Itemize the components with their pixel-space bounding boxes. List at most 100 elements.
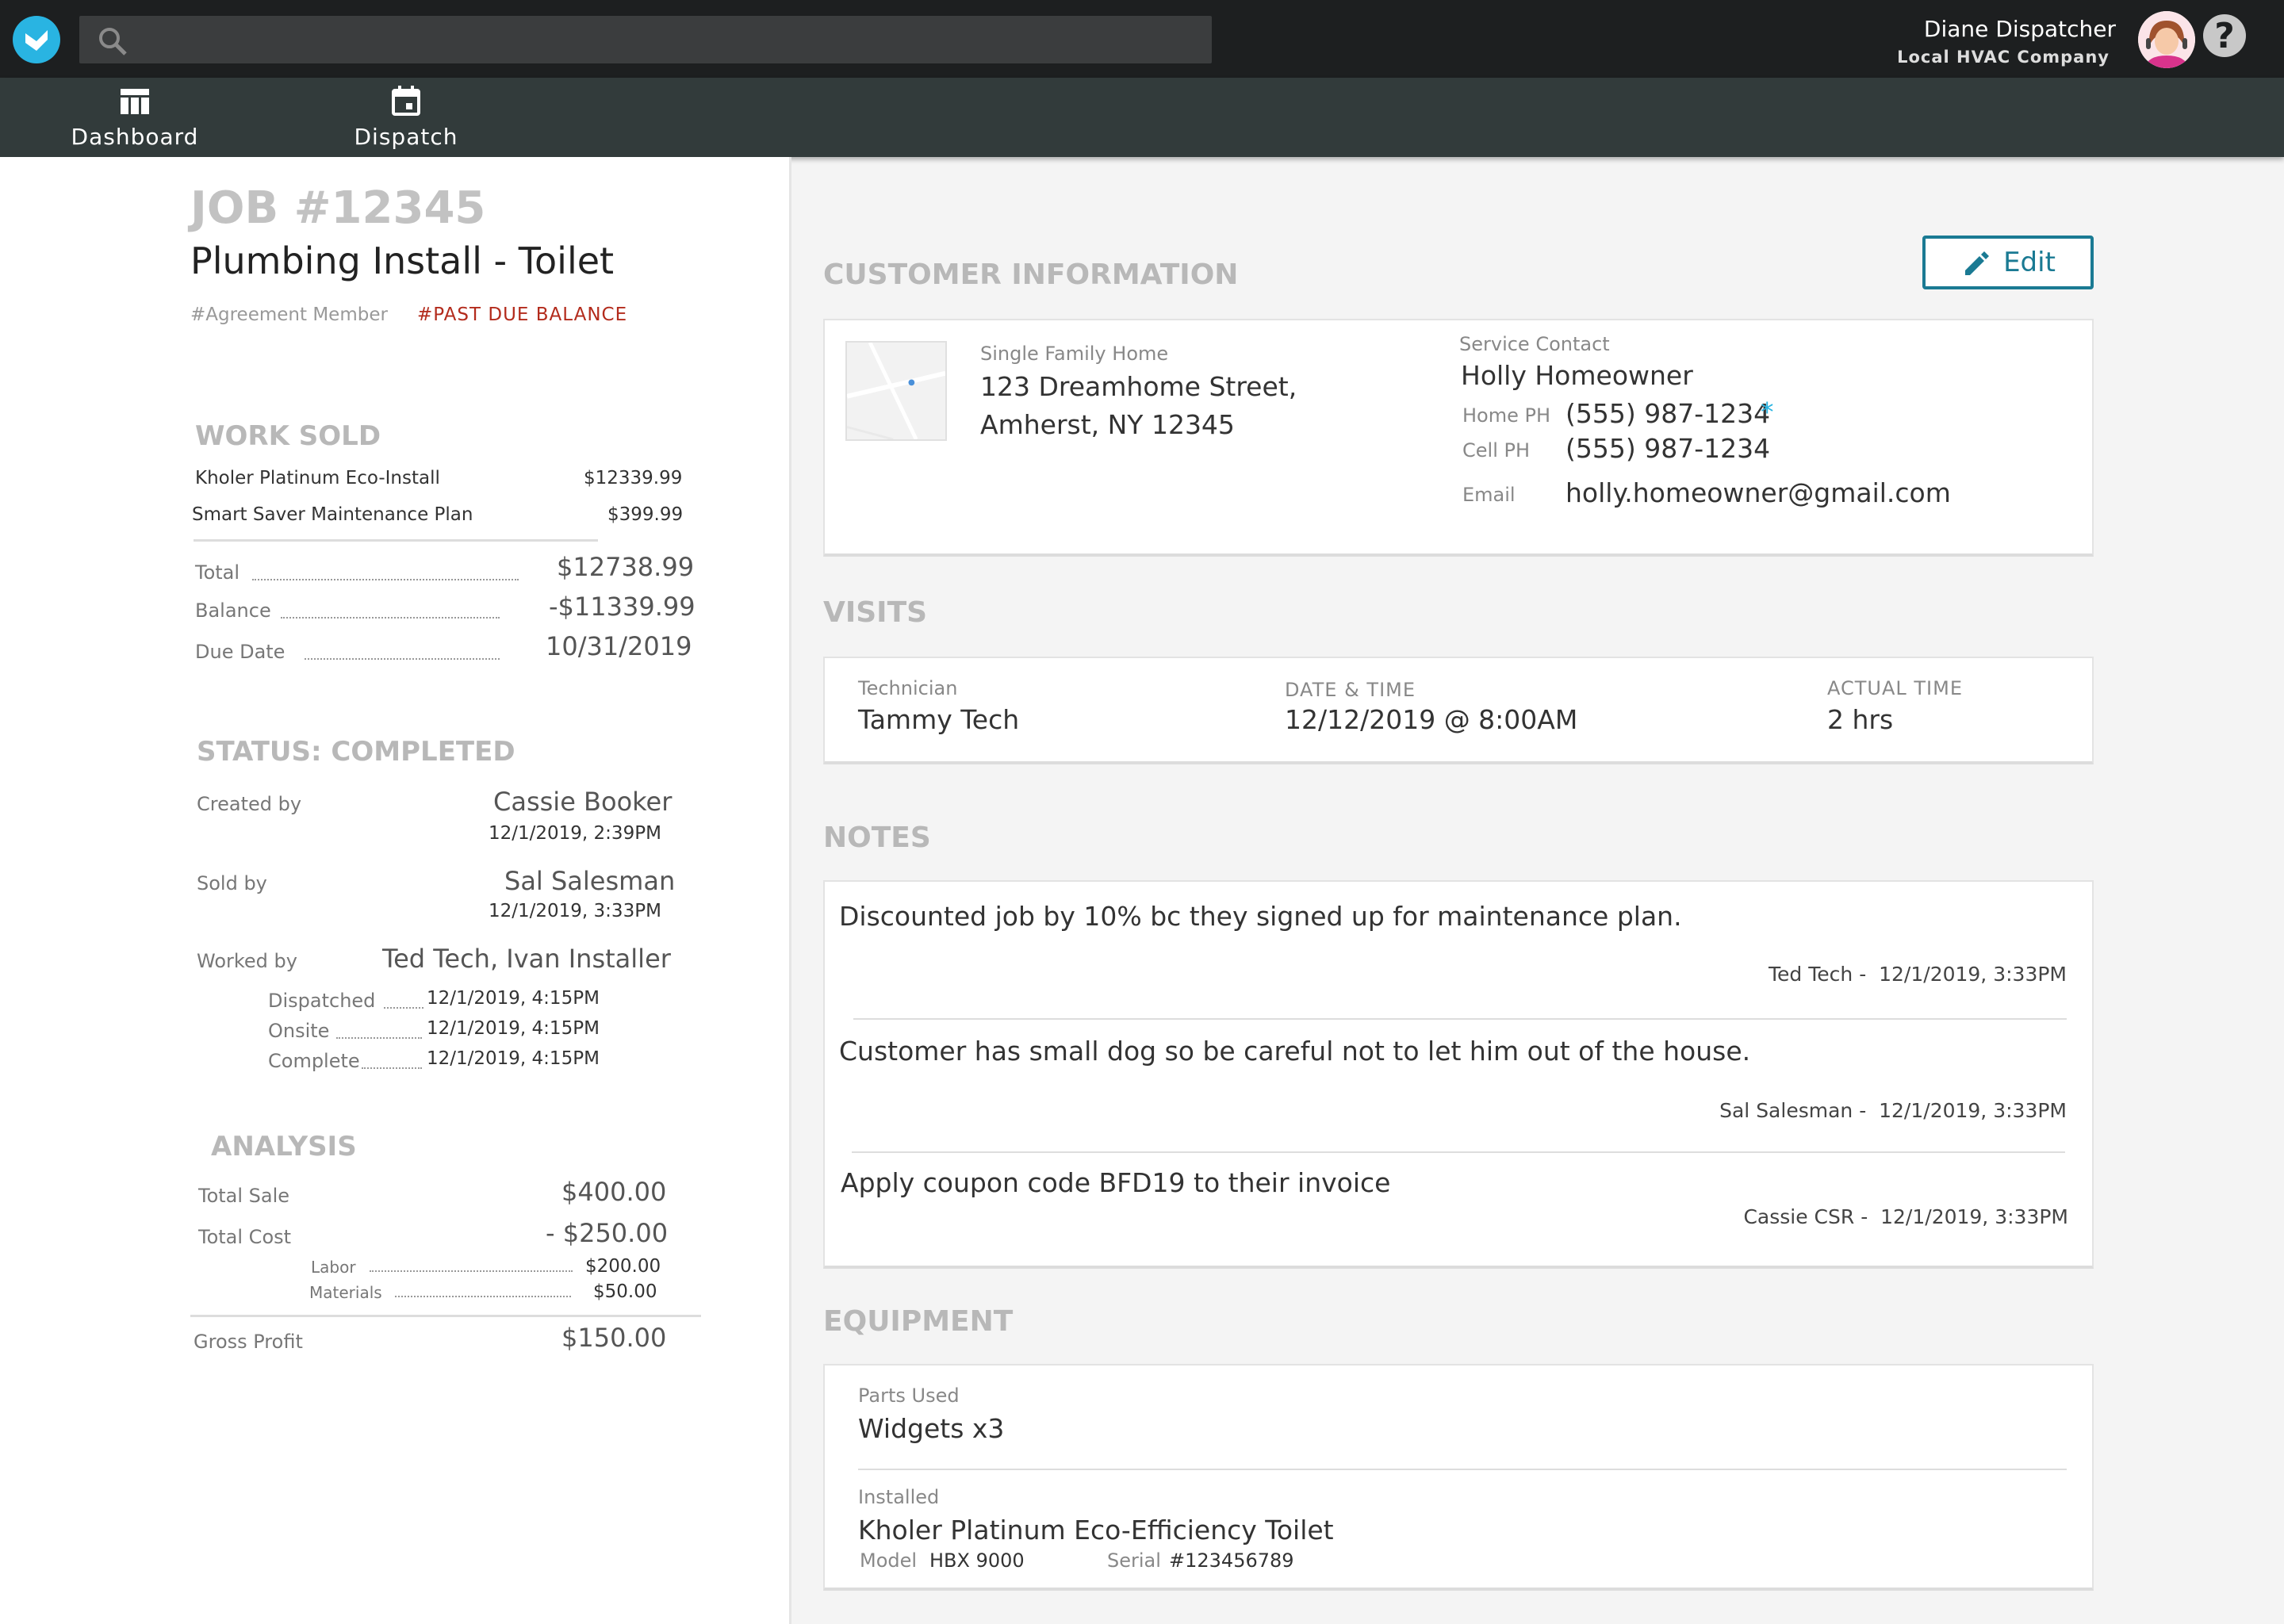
app-logo-icon[interactable] [13, 16, 60, 63]
note-meta: Cassie CSR - 12/1/2019, 3:33PM [1743, 1205, 2068, 1228]
pencil-icon [1965, 251, 1990, 275]
note-text: Apply coupon code BFD19 to their invoice [841, 1167, 1391, 1198]
nav-dispatch-label: Dispatch [354, 124, 458, 150]
note-meta: Sal Salesman - 12/1/2019, 3:33PM [1719, 1099, 2067, 1122]
visits-heading: VISITS [823, 596, 928, 629]
total-sale-label: Total Sale [198, 1185, 290, 1207]
work-item-name: Kholer Platinum Eco-Install [195, 468, 440, 488]
address-line2: Amherst, NY 12345 [980, 409, 1235, 440]
dot-leader [384, 1007, 423, 1009]
work-item-price: $12339.99 [584, 468, 683, 488]
complete-time: 12/1/2019, 4:15PM [427, 1048, 600, 1069]
status-heading: STATUS: COMPLETED [197, 736, 515, 768]
work-item-name: Smart Saver Maintenance Plan [192, 504, 473, 525]
calendar-icon [392, 86, 420, 116]
top-bar: Diane Dispatcher Local HVAC Company ? [0, 0, 2284, 78]
equipment-heading: EQUIPMENT [823, 1305, 1014, 1338]
email-label: Email [1462, 484, 1516, 506]
actual-time-label: ACTUAL TIME [1827, 677, 1964, 699]
dispatched-time: 12/1/2019, 4:15PM [427, 988, 600, 1009]
search-icon [99, 28, 127, 56]
note-time: 12/1/2019, 3:33PM [1880, 1205, 2068, 1228]
notes-card: Discounted job by 10% bc they signed up … [823, 880, 2094, 1269]
sold-by-label: Sold by [197, 872, 267, 894]
labor-label: Labor [311, 1258, 356, 1277]
total-cost-value: - $250.00 [546, 1218, 669, 1248]
created-by-name: Cassie Booker [493, 787, 673, 817]
work-item-price: $399.99 [607, 504, 684, 525]
equipment-card: Parts Used Widgets x3 Installed Kholer P… [823, 1364, 2094, 1591]
dot-leader [281, 617, 500, 619]
cell-phone-label: Cell PH [1462, 439, 1531, 462]
total-label: Total [195, 561, 240, 584]
dot-leader [370, 1270, 573, 1272]
contact-name: Holly Homeowner [1461, 360, 1693, 391]
note-meta: Ted Tech - 12/1/2019, 3:33PM [1769, 963, 2067, 986]
note-author: Ted Tech - [1769, 963, 1867, 986]
gross-profit-value: $150.00 [561, 1323, 667, 1353]
created-time: 12/1/2019, 2:39PM [489, 823, 661, 844]
onsite-time: 12/1/2019, 4:15PM [427, 1018, 600, 1039]
agreement-tag[interactable]: #Agreement Member [190, 304, 388, 325]
worked-by-label: Worked by [197, 950, 297, 972]
technician-label: Technician [858, 677, 958, 699]
installed-value: Kholer Platinum Eco-Efficiency Toilet [858, 1515, 1334, 1545]
job-title: Plumbing Install - Toilet [190, 239, 615, 282]
balance-value: -$11339.99 [549, 592, 696, 622]
edit-button-label: Edit [2003, 247, 2056, 278]
labor-value: $200.00 [585, 1256, 661, 1277]
technician-name: Tammy Tech [858, 704, 1020, 735]
avatar[interactable] [2138, 11, 2195, 68]
sold-time: 12/1/2019, 3:33PM [489, 901, 661, 921]
divider [858, 1469, 2067, 1470]
note-text: Discounted job by 10% bc they signed up … [839, 901, 1682, 932]
work-sold-heading: WORK SOLD [195, 420, 381, 452]
nav-dashboard[interactable]: Dashboard [70, 78, 200, 157]
model-label: Model [860, 1549, 918, 1572]
onsite-label: Onsite [268, 1020, 330, 1042]
past-due-tag[interactable]: #PAST DUE BALANCE [417, 304, 627, 325]
customer-card: Single Family Home 123 Dreamhome Street,… [823, 319, 2094, 557]
address-line1: 123 Dreamhome Street, [980, 371, 1297, 402]
divider [194, 539, 598, 542]
job-number: JOB #12345 [190, 182, 486, 234]
due-date-label: Due Date [195, 641, 286, 663]
home-phone-label: Home PH [1462, 404, 1551, 427]
note-time: 12/1/2019, 3:33PM [1879, 1099, 2067, 1122]
email-address[interactable]: holly.homeowner@gmail.com [1565, 477, 1951, 508]
created-by-label: Created by [197, 793, 302, 815]
sold-by-name: Sal Salesman [504, 866, 676, 896]
search-input[interactable] [79, 16, 1212, 63]
primary-phone-marker: * [1761, 396, 1774, 427]
due-date-value: 10/31/2019 [546, 631, 692, 661]
dot-leader [362, 1067, 422, 1069]
property-type: Single Family Home [980, 343, 1169, 365]
company-name: Local HVAC Company [1897, 48, 2110, 67]
model-value: HBX 9000 [929, 1549, 1025, 1572]
dot-leader [252, 579, 519, 580]
analysis-heading: ANALYSIS [211, 1131, 357, 1162]
dashboard-icon [121, 89, 149, 114]
dot-leader [395, 1296, 571, 1297]
edit-button[interactable]: Edit [1922, 236, 2094, 289]
balance-label: Balance [195, 599, 271, 622]
user-name[interactable]: Diane Dispatcher [1924, 16, 2116, 42]
dispatched-label: Dispatched [268, 990, 376, 1012]
divider [190, 1315, 701, 1317]
help-icon[interactable]: ? [2203, 14, 2246, 57]
map-thumbnail[interactable] [845, 341, 947, 441]
nav-dispatch[interactable]: Dispatch [351, 78, 462, 157]
note-time: 12/1/2019, 3:33PM [1879, 963, 2067, 986]
job-summary-panel: JOB #12345 Plumbing Install - Toilet #Ag… [0, 157, 791, 1624]
total-cost-label: Total Cost [198, 1226, 292, 1248]
total-value: $12738.99 [557, 552, 695, 582]
visit-card[interactable]: Technician Tammy Tech DATE & TIME 12/12/… [823, 657, 2094, 764]
home-phone[interactable]: (555) 987-1234 [1565, 398, 1770, 429]
gross-profit-label: Gross Profit [194, 1331, 303, 1353]
visit-date-time: 12/12/2019 @ 8:00AM [1285, 704, 1578, 735]
installed-label: Installed [858, 1486, 940, 1508]
cell-phone[interactable]: (555) 987-1234 [1565, 433, 1770, 464]
parts-used-value: Widgets x3 [858, 1413, 1005, 1444]
materials-value: $50.00 [593, 1281, 657, 1302]
note-author: Sal Salesman - [1719, 1099, 1867, 1122]
